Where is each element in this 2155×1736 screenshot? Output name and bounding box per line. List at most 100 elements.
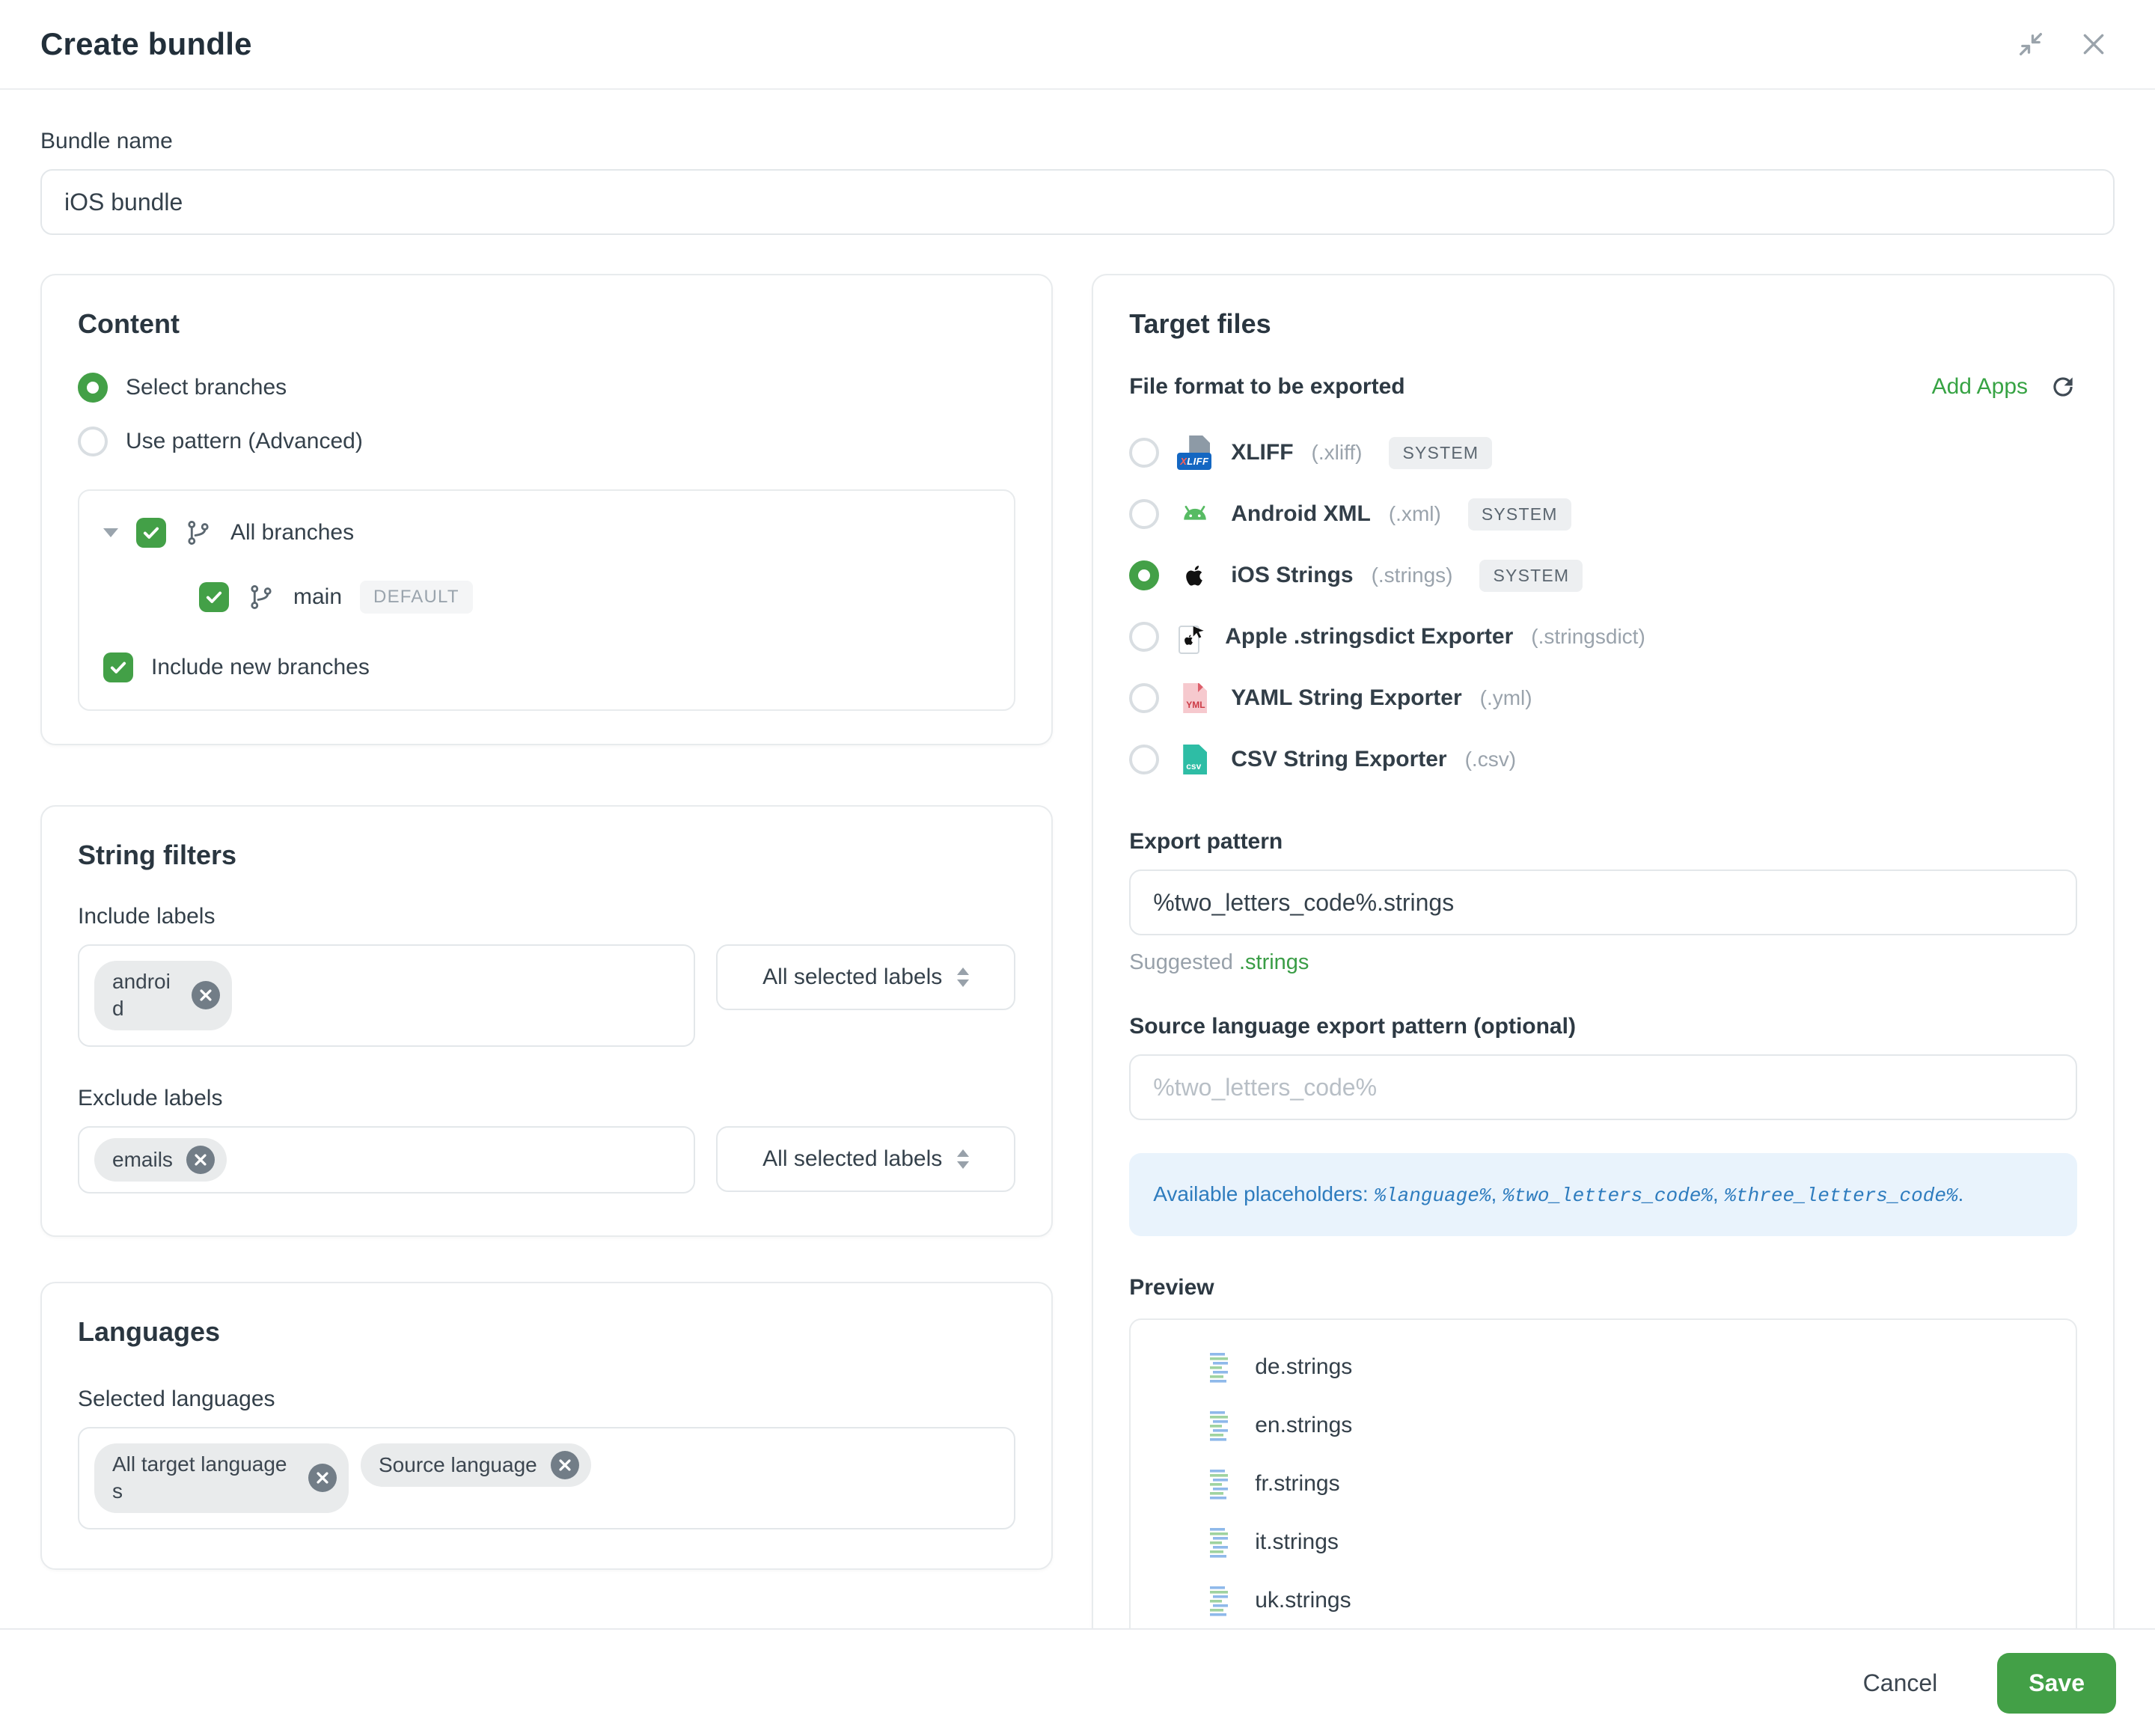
all-branches-checkbox[interactable]	[136, 518, 166, 548]
caret-down-icon[interactable]	[103, 528, 118, 537]
placeholders-info: Available placeholders: %language%, %two…	[1129, 1153, 2077, 1236]
include-mode-select[interactable]: All selected labels	[716, 944, 1015, 1010]
include-new-branches-checkbox[interactable]	[103, 652, 133, 682]
export-pattern-label: Export pattern	[1129, 829, 2077, 855]
target-files-title: Target files	[1129, 308, 2077, 340]
language-chip-source: Source language	[361, 1443, 591, 1487]
selected-languages-label: Selected languages	[78, 1387, 1015, 1412]
xliff-file-icon: XLIFF	[1177, 435, 1213, 470]
cancel-button[interactable]: Cancel	[1854, 1668, 1947, 1699]
format-option-android-xml[interactable]: Android XML (.xml) SYSTEM	[1129, 483, 2077, 545]
sort-arrows-icon	[957, 968, 969, 987]
language-chip-all-target: All target languages	[94, 1443, 349, 1513]
sort-arrows-icon	[957, 1149, 969, 1169]
source-pattern-input[interactable]	[1129, 1054, 2077, 1120]
preview-file-row: fr.strings	[1146, 1455, 2061, 1513]
all-branches-row[interactable]: All branches	[103, 518, 990, 548]
format-option-csv[interactable]: csv CSV String Exporter (.csv)	[1129, 729, 2077, 790]
system-badge: SYSTEM	[1479, 560, 1583, 592]
save-button[interactable]: Save	[1997, 1653, 2116, 1714]
close-button[interactable]	[2073, 23, 2115, 65]
languages-card: Languages Selected languages All target …	[40, 1282, 1053, 1570]
languages-title: Languages	[78, 1316, 1015, 1348]
format-radio[interactable]	[1129, 745, 1159, 774]
exclude-mode-select[interactable]: All selected labels	[716, 1126, 1015, 1192]
source-pattern-label: Source language export pattern (optional…	[1129, 1014, 2077, 1039]
preview-box: de.strings en.strings fr.s	[1129, 1318, 2077, 1649]
format-radio-selected[interactable]	[1129, 560, 1159, 590]
use-pattern-radio[interactable]	[78, 427, 108, 456]
use-pattern-option[interactable]: Use pattern (Advanced)	[78, 427, 1015, 456]
include-labels-label: Include labels	[78, 904, 1015, 929]
suggested-extension: Suggested .strings	[1129, 950, 2077, 975]
main-branch-label: main	[293, 584, 342, 610]
modal-header: Create bundle	[0, 0, 2155, 90]
collapse-button[interactable]	[2010, 23, 2052, 65]
bundle-name-label: Bundle name	[40, 129, 2115, 154]
bundle-name-input[interactable]	[40, 169, 2115, 235]
string-filters-title: String filters	[78, 840, 1015, 871]
selected-languages-input[interactable]: All target languages Source language	[78, 1427, 1015, 1529]
preview-file-row: it.strings	[1146, 1513, 2061, 1571]
remove-chip-button[interactable]	[192, 981, 220, 1009]
select-branches-option[interactable]: Select branches	[78, 373, 1015, 403]
string-filters-card: String filters Include labels android	[40, 805, 1053, 1237]
preview-file-row: de.strings	[1146, 1338, 2061, 1396]
preview-file-row: en.strings	[1146, 1396, 2061, 1455]
format-option-ios-strings[interactable]: iOS Strings (.strings) SYSTEM	[1129, 545, 2077, 606]
modal-footer: Cancel Save	[0, 1628, 2155, 1736]
strings-file-icon	[1205, 1408, 1234, 1443]
select-branches-radio[interactable]	[78, 373, 108, 403]
main-branch-checkbox[interactable]	[199, 582, 229, 612]
format-option-stringsdict[interactable]: Apple .stringsdict Exporter (.stringsdic…	[1129, 606, 2077, 667]
file-format-label: File format to be exported	[1129, 374, 1404, 400]
content-title: Content	[78, 308, 1015, 340]
main-branch-row[interactable]: main DEFAULT	[199, 581, 990, 614]
page-title: Create bundle	[40, 26, 252, 62]
default-badge: DEFAULT	[360, 581, 473, 614]
collapse-icon	[2016, 29, 2046, 59]
format-option-xliff[interactable]: XLIFF XLIFF (.xliff) SYSTEM	[1129, 422, 2077, 483]
strings-file-icon	[1205, 1350, 1234, 1384]
branches-tree: All branches	[78, 489, 1015, 711]
export-pattern-input[interactable]	[1129, 869, 2077, 935]
left-column: Content Select branches Use pattern (Adv…	[40, 274, 1053, 1570]
include-new-branches-label: Include new branches	[151, 655, 370, 680]
csv-file-icon: csv	[1177, 745, 1213, 774]
all-branches-label: All branches	[230, 520, 354, 545]
strings-file-icon	[1205, 1525, 1234, 1559]
format-radio[interactable]	[1129, 499, 1159, 529]
apple-icon	[1177, 560, 1213, 590]
add-apps-link[interactable]: Add Apps	[1932, 374, 2028, 400]
suggested-extension-link[interactable]: .strings	[1239, 950, 1309, 974]
git-branch-icon	[247, 583, 275, 611]
right-column: Target files File format to be exported …	[1092, 274, 2115, 1681]
system-badge: SYSTEM	[1468, 498, 1571, 531]
format-radio[interactable]	[1129, 683, 1159, 713]
create-bundle-modal: Create bundle Bundle name	[0, 0, 2155, 1736]
exclude-labels-label: Exclude labels	[78, 1086, 1015, 1111]
exclude-labels-input[interactable]: emails	[78, 1126, 695, 1194]
use-pattern-label: Use pattern (Advanced)	[126, 429, 363, 454]
include-labels-input[interactable]: android	[78, 944, 695, 1047]
content-card: Content Select branches Use pattern (Adv…	[40, 274, 1053, 745]
strings-file-icon	[1205, 1467, 1234, 1501]
git-branch-icon	[184, 519, 213, 547]
remove-chip-button[interactable]	[186, 1146, 215, 1174]
apple-stringsdict-icon	[1177, 620, 1207, 654]
refresh-icon[interactable]	[2049, 373, 2077, 401]
strings-file-icon	[1205, 1583, 1234, 1618]
include-new-branches-row[interactable]: Include new branches	[103, 652, 990, 682]
select-branches-label: Select branches	[126, 375, 287, 400]
android-icon	[1177, 497, 1213, 531]
yaml-file-icon: YML	[1177, 683, 1213, 713]
remove-chip-button[interactable]	[308, 1464, 337, 1492]
close-icon	[2079, 29, 2109, 59]
format-radio[interactable]	[1129, 438, 1159, 468]
format-option-yaml[interactable]: YML YAML String Exporter (.yml)	[1129, 667, 2077, 729]
label-chip-android: android	[94, 961, 232, 1030]
preview-label: Preview	[1129, 1275, 2077, 1301]
preview-file-row: uk.strings	[1146, 1571, 2061, 1630]
remove-chip-button[interactable]	[551, 1451, 579, 1479]
format-radio[interactable]	[1129, 622, 1159, 652]
